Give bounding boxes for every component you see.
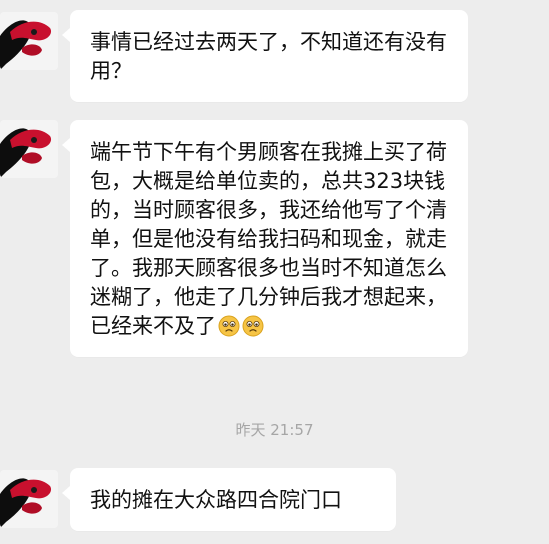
avatar[interactable] [0, 120, 58, 178]
message-bubble[interactable]: 我的摊在大众路四合院门口 [62, 468, 396, 531]
sad-face-emoji-icon [218, 315, 240, 337]
timestamp: 昨天 21:57 [235, 421, 314, 439]
message-text: 事情已经过去两天了，不知道还有没有用？ [90, 30, 447, 83]
avatar-image [0, 470, 58, 528]
avatar[interactable] [0, 12, 58, 70]
avatar[interactable] [0, 470, 58, 528]
message-bubble[interactable]: 事情已经过去两天了，不知道还有没有用？ [62, 10, 468, 102]
sad-face-emoji-icon [242, 315, 264, 337]
message-text: 我的摊在大众路四合院门口 [90, 488, 342, 512]
avatar-image [0, 120, 58, 178]
message-text: 端午节下午有个男顾客在我摊上买了荷包，大概是给单位卖的，总共323块钱的，当时顾… [90, 140, 447, 338]
message-bubble[interactable]: 端午节下午有个男顾客在我摊上买了荷包，大概是给单位卖的，总共323块钱的，当时顾… [62, 120, 468, 357]
avatar-image [0, 12, 58, 70]
